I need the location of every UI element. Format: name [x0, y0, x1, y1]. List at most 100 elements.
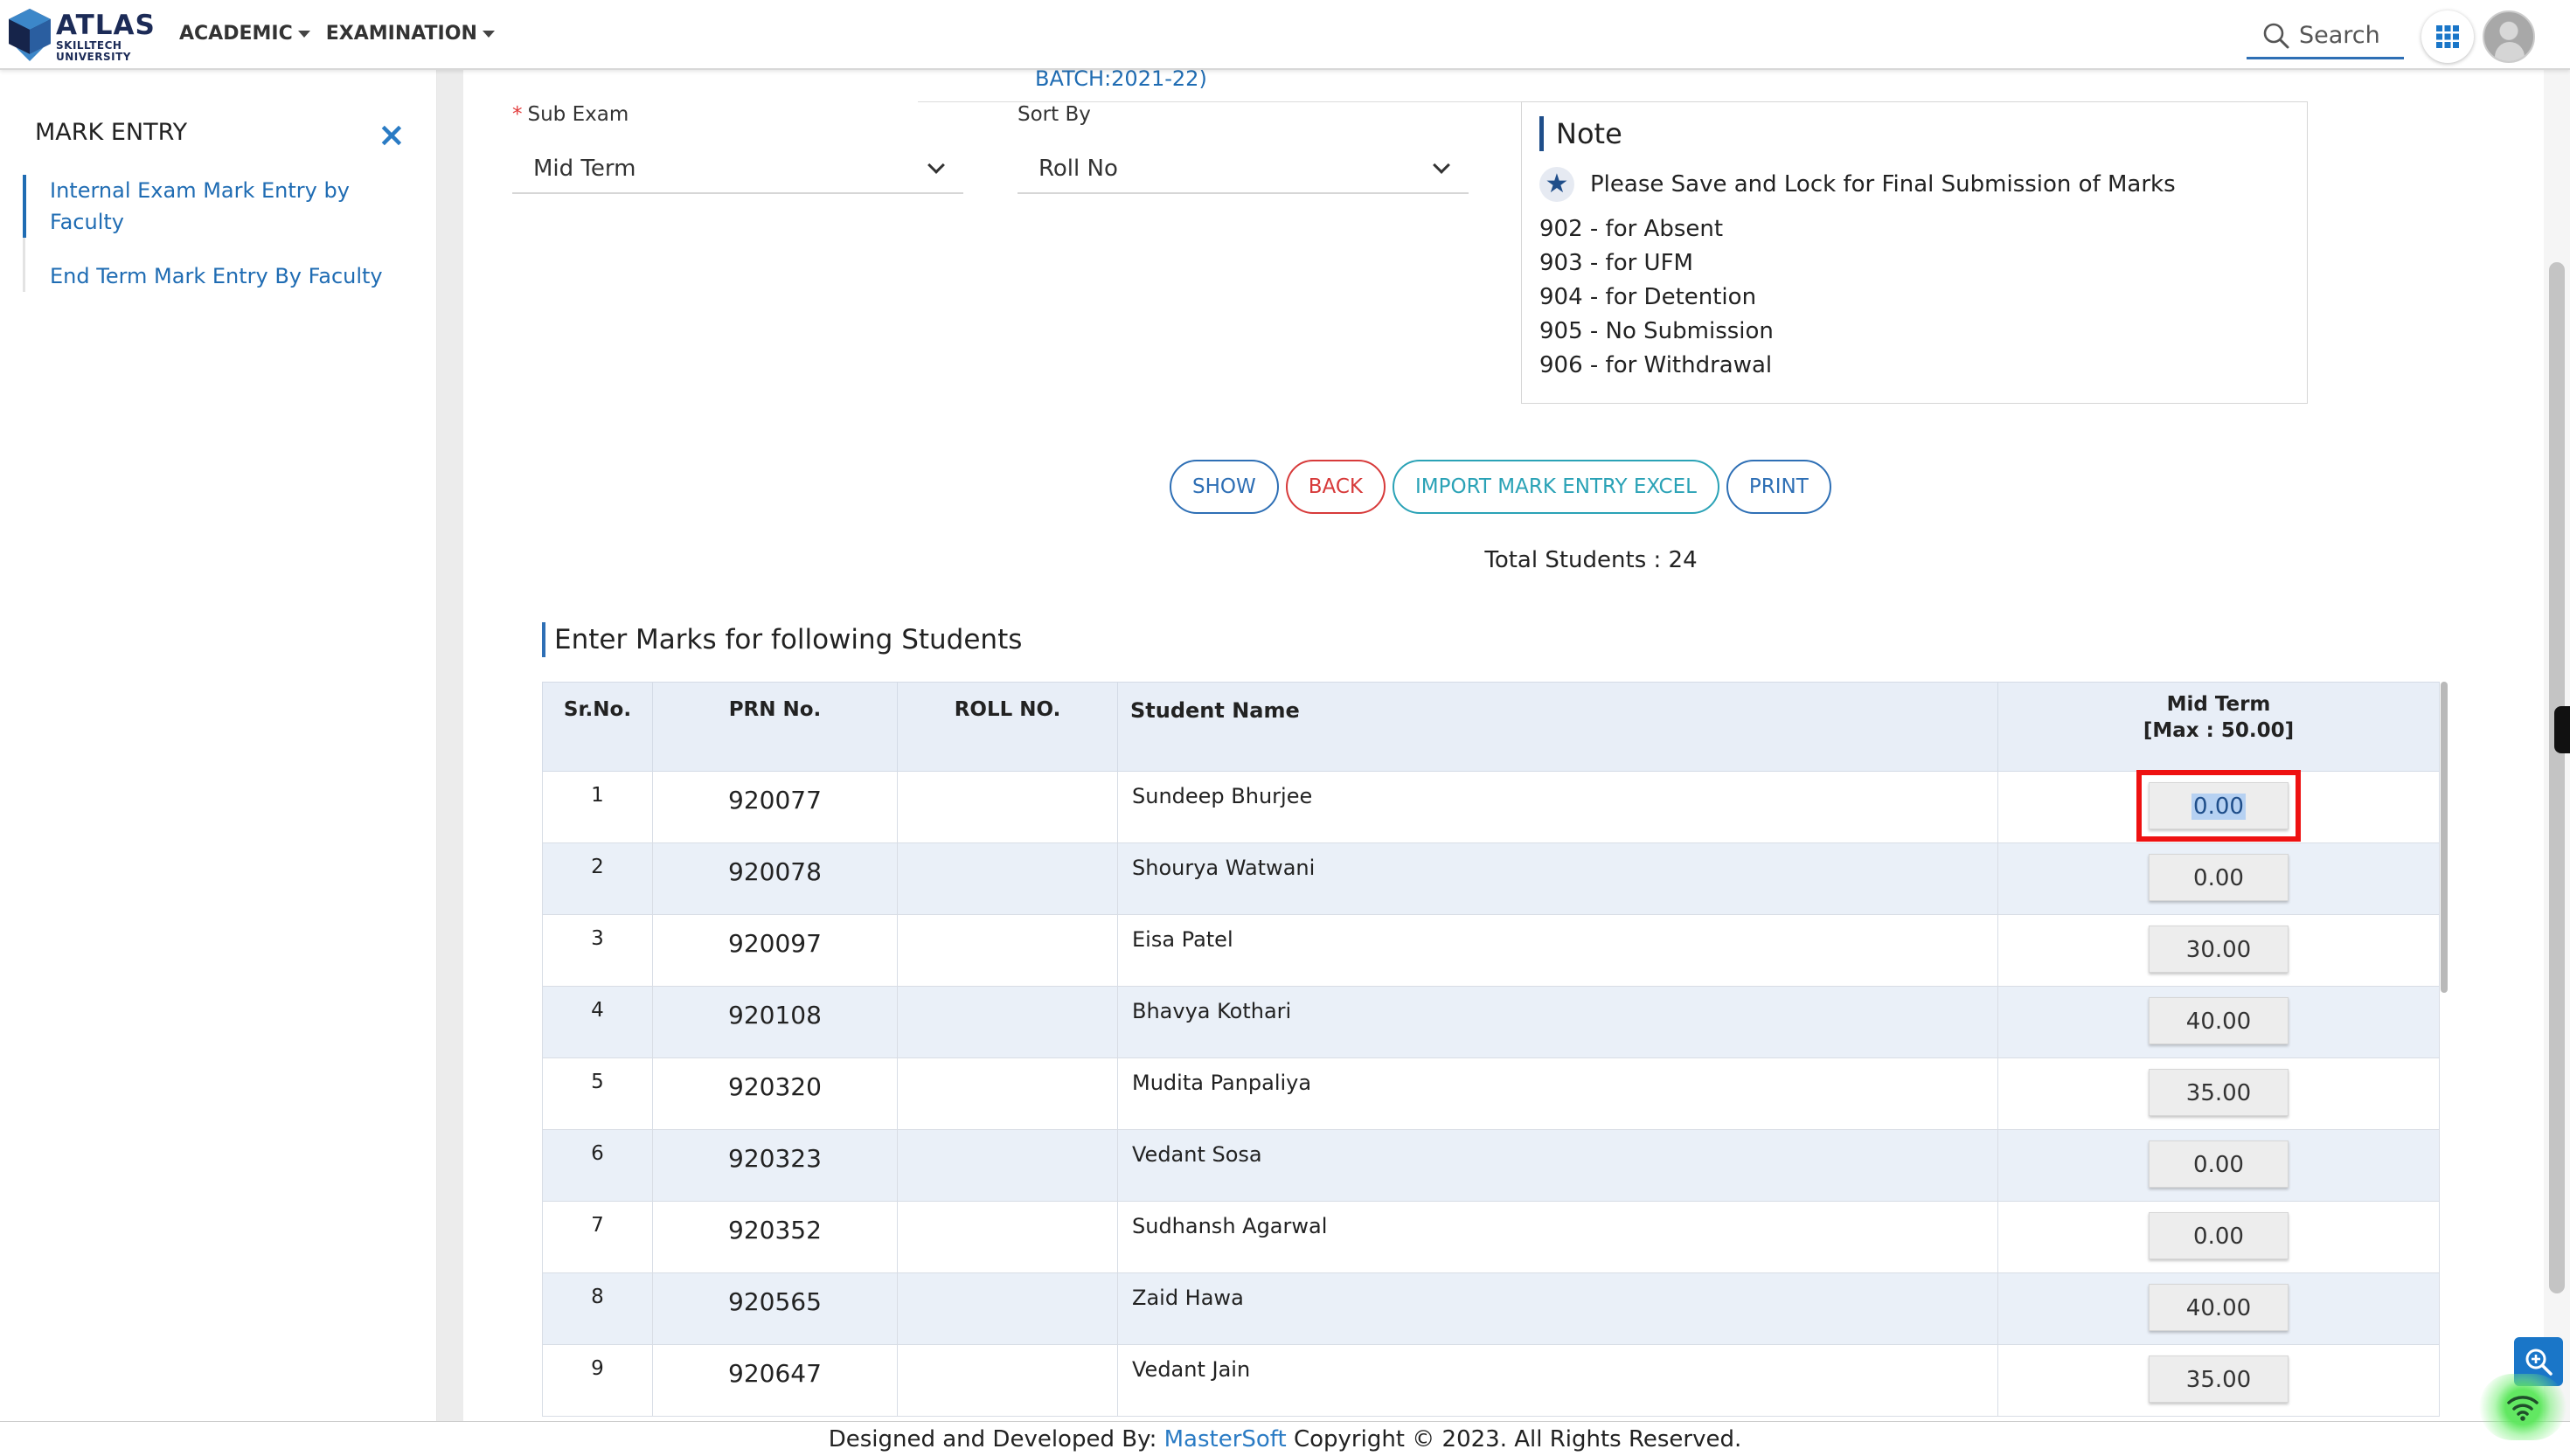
cell-sr-no: 4 — [542, 986, 653, 1058]
cell-sr-no: 7 — [542, 1201, 653, 1273]
apps-button[interactable] — [2421, 10, 2474, 63]
close-icon[interactable]: × — [378, 118, 406, 151]
top-header: ATLAS SKILLTECH UNIVERSITY ACADEMIC EXAM… — [0, 0, 2570, 70]
nav-academic-label: ACADEMIC — [179, 23, 293, 45]
cell-prn-no: 920320 — [652, 1057, 898, 1130]
cell-roll-no — [897, 1272, 1118, 1345]
cell-mark: 0.00 — [1997, 770, 2440, 843]
nav-academic[interactable]: ACADEMIC — [179, 23, 310, 45]
mark-input[interactable]: 30.00 — [2149, 926, 2289, 973]
sidebar-title: MARK ENTRY — [35, 119, 188, 146]
cell-mark: 0.00 — [1997, 1201, 2440, 1273]
caret-down-icon — [482, 30, 495, 38]
cell-roll-no — [897, 914, 1118, 987]
cell-prn-no: 920647 — [652, 1344, 898, 1417]
sort-by-select[interactable]: Roll No — [1018, 145, 1469, 194]
main-panel: BATCH:2021-22) * Sub Exam Mid Term Sort B… — [463, 70, 2544, 1421]
sidebar: MARK ENTRY × Internal Exam Mark Entry by… — [0, 70, 437, 1421]
cell-sr-no: 3 — [542, 914, 653, 987]
top-nav: ACADEMIC EXAMINATION — [179, 23, 495, 45]
marks-table: Sr.No. PRN No. ROLL NO. Student Name Mid… — [542, 682, 2448, 1417]
cell-sr-no: 1 — [542, 771, 653, 843]
table-row: 1 920077 Sundeep Bhurjee 0.00 — [542, 770, 2440, 843]
sidebar-menu: Internal Exam Mark Entry by Faculty End … — [23, 175, 416, 292]
nav-examination[interactable]: EXAMINATION — [326, 23, 495, 45]
search-input[interactable]: Search — [2247, 14, 2404, 59]
print-button[interactable]: PRINT — [1726, 460, 1831, 514]
cell-roll-no — [897, 842, 1118, 915]
cell-mark: 35.00 — [1997, 1344, 2440, 1417]
sub-exam-select[interactable]: Mid Term — [512, 145, 963, 194]
sub-exam-value: Mid Term — [533, 156, 636, 182]
cell-student-name: Eisa Patel — [1117, 914, 1998, 987]
zoom-search-icon — [2525, 1349, 2553, 1376]
note-code-absent: 902 - for Absent — [1539, 216, 1724, 242]
mark-input[interactable]: 35.00 — [2149, 1355, 2289, 1403]
cell-roll-no — [897, 1344, 1118, 1417]
cell-prn-no: 920097 — [652, 914, 898, 987]
sidebar-item-internal-exam-mark-entry[interactable]: Internal Exam Mark Entry by Faculty — [23, 175, 416, 238]
table-row: 9 920647 Vedant Jain 35.00 — [542, 1344, 2440, 1417]
table-row: 7 920352 Sudhansh Agarwal 0.00 — [542, 1201, 2440, 1273]
header-sr-no: Sr.No. — [542, 682, 653, 772]
cell-mark: 0.00 — [1997, 1129, 2440, 1202]
nav-examination-label: EXAMINATION — [325, 23, 477, 45]
footer-prefix: Designed and Developed By: — [828, 1426, 1164, 1453]
mark-input[interactable]: 35.00 — [2149, 1069, 2289, 1116]
table-scrollbar[interactable] — [2441, 682, 2448, 993]
header-mid-term: Mid Term [Max : 50.00] — [1997, 682, 2440, 772]
mark-input[interactable]: 0.00 — [2149, 1212, 2289, 1259]
mark-input[interactable]: 40.00 — [2149, 997, 2289, 1044]
header-mid-term-max: [Max : 50.00] — [2143, 719, 2295, 742]
side-handle[interactable] — [2554, 706, 2570, 753]
cell-prn-no: 920323 — [652, 1129, 898, 1202]
cell-student-name: Zaid Hawa — [1117, 1272, 1998, 1345]
cell-student-name: Bhavya Kothari — [1117, 986, 1998, 1058]
footer-brand-link[interactable]: MasterSoft — [1164, 1426, 1287, 1453]
cell-student-name: Vedant Sosa — [1117, 1129, 1998, 1202]
star-icon: ★ — [1539, 167, 1574, 202]
cell-roll-no — [897, 986, 1118, 1058]
page-scrollbar-thumb[interactable] — [2549, 262, 2565, 1293]
cell-prn-no: 920077 — [652, 771, 898, 843]
sub-exam-label: * Sub Exam — [512, 103, 629, 126]
cell-student-name: Shourya Watwani — [1117, 842, 1998, 915]
cell-mark: 40.00 — [1997, 986, 2440, 1058]
note-panel: Note ★ Please Save and Lock for Final Su… — [1521, 101, 2308, 404]
note-code-no-submission: 905 - No Submission — [1539, 318, 1774, 344]
note-code-withdrawal: 906 - for Withdrawal — [1539, 352, 1773, 378]
note-code-detention: 904 - for Detention — [1539, 284, 1757, 310]
mark-input-value: 0.00 — [2191, 794, 2246, 820]
table-title: Enter Marks for following Students — [542, 622, 1022, 657]
action-buttons: SHOW BACK IMPORT MARK ENTRY EXCEL PRINT — [1170, 460, 1831, 514]
sidebar-item-end-term-mark-entry[interactable]: End Term Mark Entry By Faculty — [25, 260, 416, 292]
table-row: 5 920320 Mudita Panpaliya 35.00 — [542, 1057, 2440, 1130]
batch-text: BATCH:2021-22) — [1035, 70, 1207, 91]
sort-by-value: Roll No — [1038, 156, 1118, 182]
cell-prn-no: 920078 — [652, 842, 898, 915]
mark-input[interactable]: 40.00 — [2149, 1284, 2289, 1331]
mark-input[interactable]: 0.00 — [2136, 770, 2301, 842]
back-button[interactable]: BACK — [1285, 460, 1386, 514]
cell-mark: 0.00 — [1997, 842, 2440, 915]
wifi-icon — [2507, 1396, 2539, 1421]
logo[interactable]: ATLAS SKILLTECH UNIVERSITY — [7, 7, 155, 65]
import-mark-entry-excel-button[interactable]: IMPORT MARK ENTRY EXCEL — [1393, 460, 1719, 514]
mark-input[interactable]: 0.00 — [2149, 854, 2289, 901]
header-roll-no: ROLL NO. — [897, 682, 1118, 772]
wifi-status-button[interactable] — [2479, 1374, 2567, 1440]
mark-input[interactable]: 0.00 — [2149, 1141, 2289, 1188]
total-students-row: Total Students : 24 — [463, 547, 2544, 573]
sort-by-label: Sort By — [1018, 103, 1091, 126]
search-placeholder: Search — [2299, 22, 2380, 49]
header-student-name: Student Name — [1117, 682, 1998, 772]
show-button[interactable]: SHOW — [1170, 460, 1279, 514]
note-save-lock-row: ★ Please Save and Lock for Final Submiss… — [1539, 167, 2176, 202]
user-avatar-icon[interactable] — [2483, 10, 2535, 63]
cell-sr-no: 5 — [542, 1057, 653, 1130]
footer-copyright: Copyright © 2023. All Rights Reserved. — [1286, 1426, 1742, 1453]
chevron-down-icon — [1433, 156, 1450, 174]
note-save-lock-text: Please Save and Lock for Final Submissio… — [1590, 171, 2176, 198]
cell-sr-no: 2 — [542, 842, 653, 915]
chevron-down-icon — [927, 156, 945, 174]
